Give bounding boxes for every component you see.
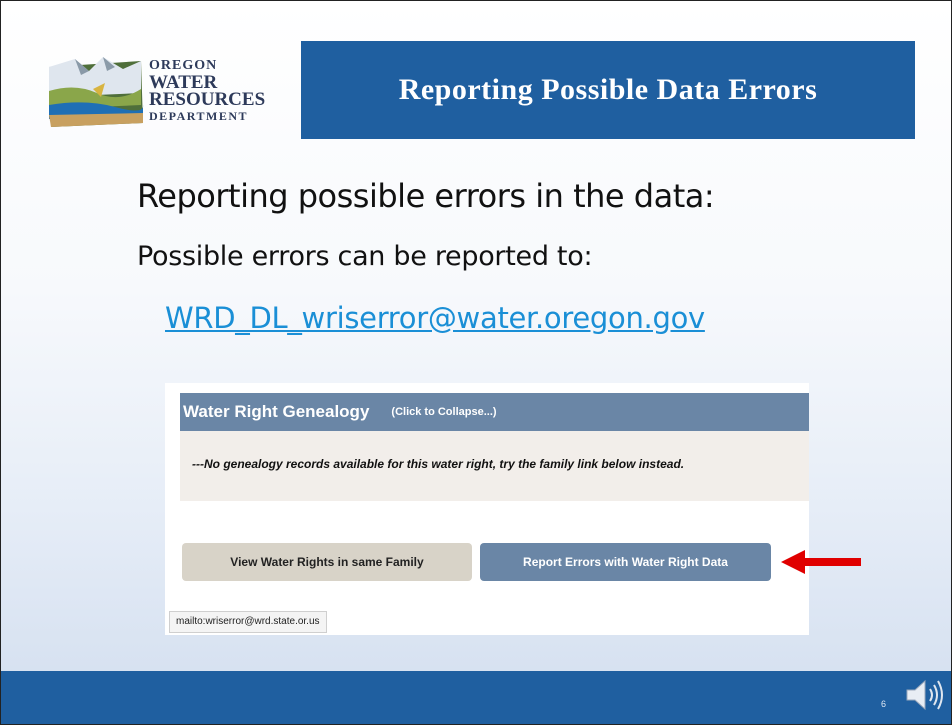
genealogy-header[interactable]: Water Right Genealogy (Click to Collapse… xyxy=(180,393,809,431)
email-link[interactable]: WRD_DL_wriserror@water.oregon.gov xyxy=(165,301,705,335)
slide: OREGON WATER RESOURCES DEPARTMENT Report… xyxy=(0,0,952,725)
page-number: 6 xyxy=(881,699,887,709)
title-banner: Reporting Possible Data Errors xyxy=(301,41,915,139)
footer-bar xyxy=(1,671,951,724)
slide-subheading: Possible errors can be reported to: xyxy=(137,241,593,272)
report-errors-button[interactable]: Report Errors with Water Right Data xyxy=(480,543,771,581)
logo-text: OREGON WATER RESOURCES DEPARTMENT xyxy=(149,57,265,125)
collapse-toggle[interactable]: (Click to Collapse...) xyxy=(391,406,496,418)
view-family-button[interactable]: View Water Rights in same Family xyxy=(182,543,472,581)
speaker-icon[interactable] xyxy=(905,677,945,713)
logo-line-4: DEPARTMENT xyxy=(149,109,249,123)
logo-line-3: RESOURCES xyxy=(149,89,266,110)
slide-heading: Reporting possible errors in the data: xyxy=(137,177,715,215)
logo-image xyxy=(49,57,144,127)
embedded-screenshot: Water Right Genealogy (Click to Collapse… xyxy=(165,383,809,635)
department-logo: OREGON WATER RESOURCES DEPARTMENT xyxy=(45,53,271,133)
slide-title: Reporting Possible Data Errors xyxy=(398,73,818,106)
genealogy-message: ---No genealogy records available for th… xyxy=(192,457,685,471)
genealogy-panel: ---No genealogy records available for th… xyxy=(180,431,809,501)
genealogy-title: Water Right Genealogy xyxy=(183,402,370,421)
status-bar-url: mailto:wriserror@wrd.state.or.us xyxy=(169,611,327,633)
red-arrow-icon xyxy=(781,550,861,574)
